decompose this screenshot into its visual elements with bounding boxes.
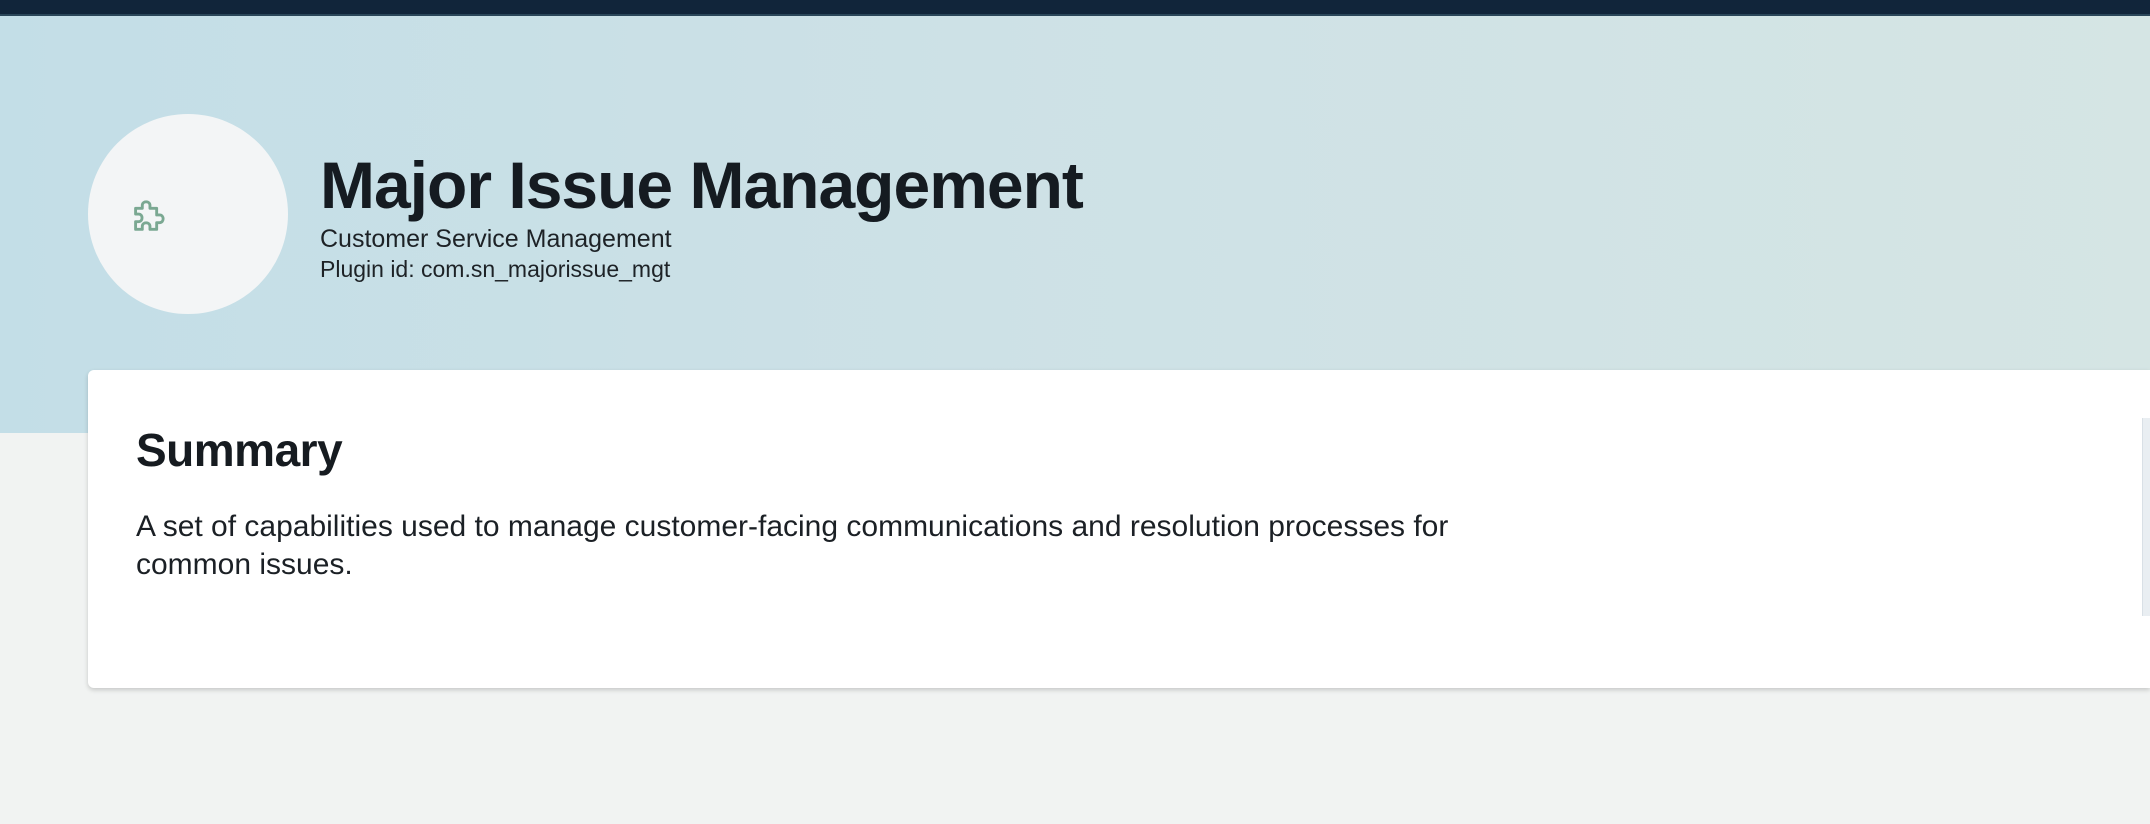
summary-card: Summary A set of capabilities used to ma… xyxy=(88,370,2150,688)
page-title: Major Issue Management xyxy=(320,148,1084,222)
top-navigation-bar xyxy=(0,0,2150,16)
puzzle-piece-icon xyxy=(126,191,172,237)
summary-description: A set of capabilities used to manage cus… xyxy=(136,510,1449,581)
side-panel-edge xyxy=(2142,418,2150,616)
plugin-id: Plugin id: com.sn_majorissue_mgt xyxy=(320,256,671,282)
summary-title: Summary xyxy=(136,424,343,476)
plugin-heading-group: Major Issue Management Customer Service … xyxy=(320,146,1084,284)
plugin-avatar xyxy=(88,114,288,314)
product-name: Customer Service Management xyxy=(320,225,672,253)
